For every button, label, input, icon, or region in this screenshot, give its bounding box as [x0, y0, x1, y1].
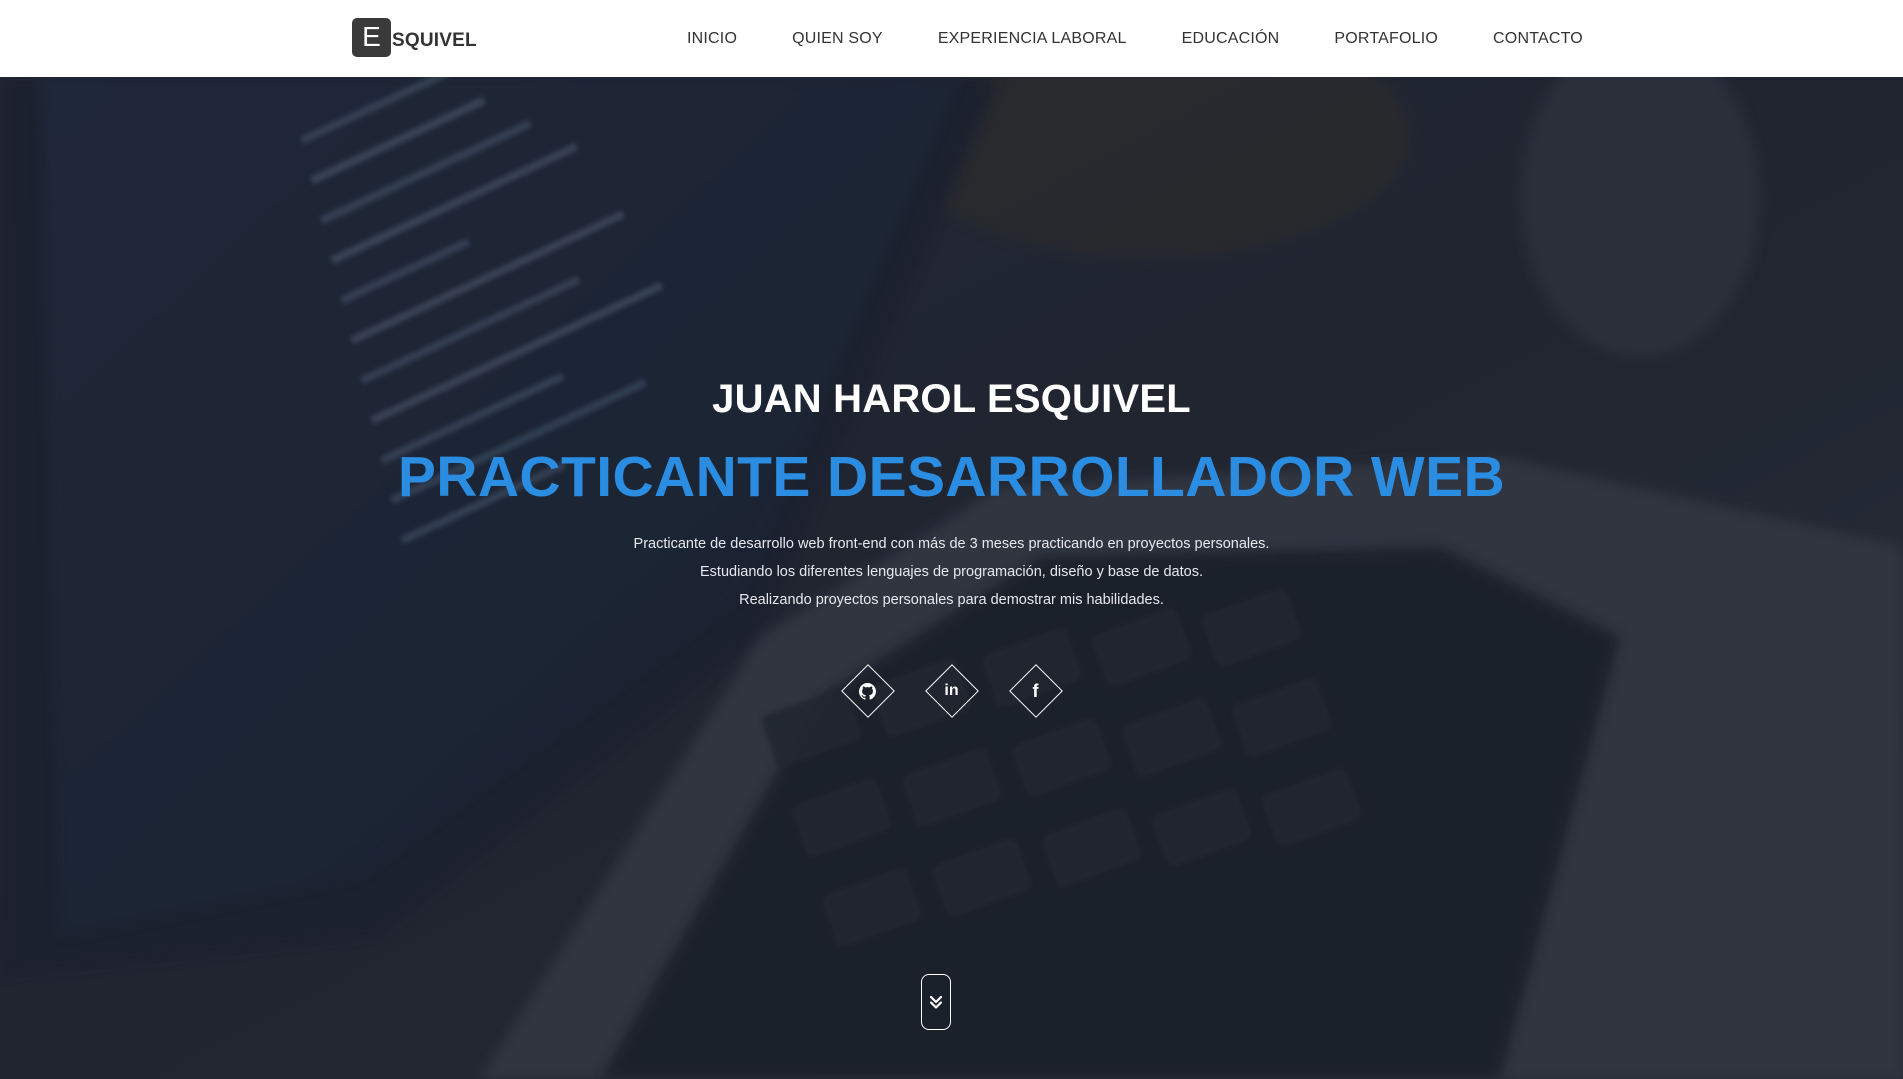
nav-item-educacion: EDUCACIÓN: [1182, 30, 1280, 48]
hero-description-line: Estudiando los diferentes lenguajes de p…: [700, 564, 1203, 580]
navbar: E SQUIVEL INICIO QUIEN SOY EXPERIENCIA L…: [0, 0, 1903, 77]
double-chevron-down-icon: [929, 995, 943, 1009]
main-nav: INICIO QUIEN SOY EXPERIENCIA LABORAL EDU…: [687, 0, 1583, 77]
hero-name: JUAN HAROL ESQUIVEL: [712, 377, 1191, 421]
scroll-down-button[interactable]: [921, 974, 951, 1030]
nav-item-quien-soy: QUIEN SOY: [792, 30, 883, 48]
nav-link-quien-soy[interactable]: QUIEN SOY: [792, 30, 883, 47]
nav-item-experiencia: EXPERIENCIA LABORAL: [938, 30, 1127, 48]
brand-logo[interactable]: E SQUIVEL: [352, 17, 477, 57]
nav-link-educacion[interactable]: EDUCACIÓN: [1182, 30, 1280, 47]
hero-description-line: Practicante de desarrollo web front-end …: [633, 536, 1270, 552]
nav-link-experiencia-laboral[interactable]: EXPERIENCIA LABORAL: [938, 30, 1127, 47]
linkedin-link[interactable]: in: [924, 664, 979, 718]
nav-link-contacto[interactable]: CONTACTO: [1493, 30, 1583, 47]
facebook-link[interactable]: f: [1008, 664, 1063, 718]
hero-role: PRACTICANTE DESARROLLADOR WEB: [397, 445, 1506, 509]
linkedin-icon: in: [944, 682, 959, 699]
hero-description: Practicante de desarrollo web front-end …: [0, 530, 1903, 614]
nav-link-portafolio[interactable]: PORTAFOLIO: [1334, 30, 1438, 47]
hero-description-line: Realizando proyectos personales para dem…: [739, 592, 1164, 608]
nav-item-portafolio: PORTAFOLIO: [1334, 30, 1438, 48]
brand-initial: E: [352, 17, 391, 57]
github-link[interactable]: [840, 664, 895, 718]
github-icon: [841, 664, 895, 718]
social-links: in f: [0, 664, 1903, 718]
nav-item-contacto: CONTACTO: [1493, 30, 1583, 48]
hero-section: JUAN HAROL ESQUIVEL PRACTICANTE DESARROL…: [0, 77, 1903, 1079]
nav-item-inicio: INICIO: [687, 30, 737, 48]
hero-content: JUAN HAROL ESQUIVEL PRACTICANTE DESARROL…: [0, 377, 1903, 718]
nav-link-inicio[interactable]: INICIO: [687, 30, 737, 47]
brand-name: SQUIVEL: [392, 30, 477, 51]
facebook-icon: f: [1032, 680, 1039, 701]
